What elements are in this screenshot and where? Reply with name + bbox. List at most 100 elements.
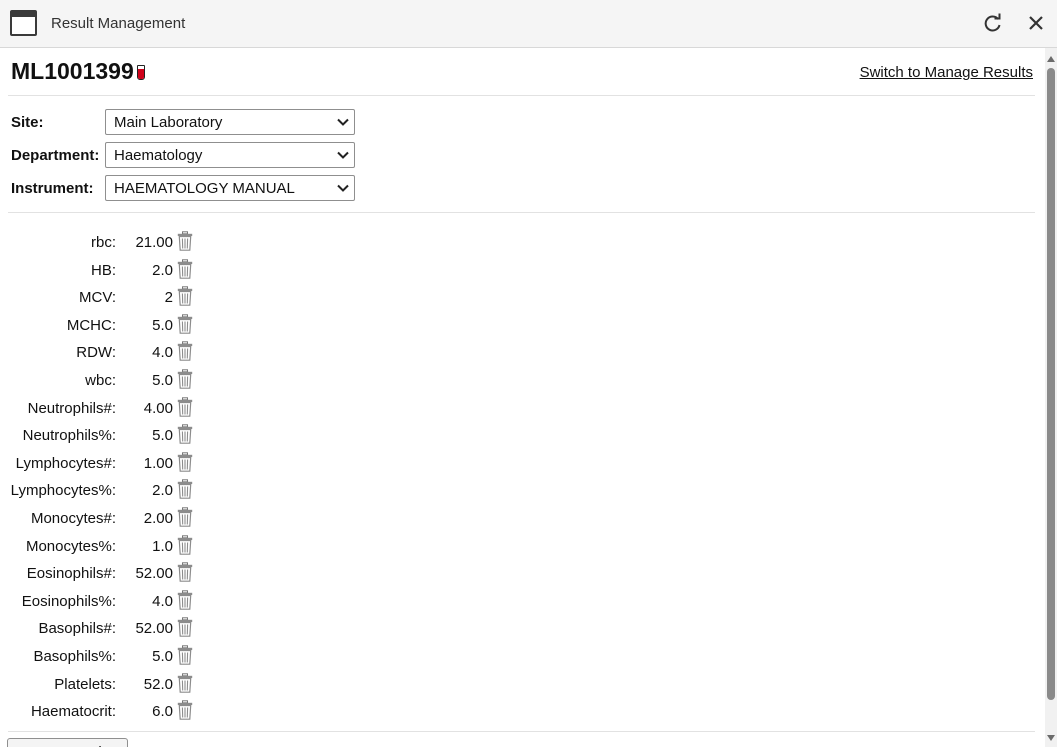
header-divider [8, 95, 1035, 96]
site-select[interactable]: Main Laboratory [105, 109, 355, 135]
trash-icon[interactable] [177, 479, 193, 500]
scroll-up-arrow-icon[interactable] [1047, 56, 1055, 62]
trash-icon[interactable] [177, 507, 193, 527]
result-label: Basophils#: [38, 620, 116, 638]
trash-icon[interactable] [177, 314, 193, 334]
window-icon [10, 10, 37, 36]
result-value: 5.0 [152, 316, 173, 334]
result-label: Eosinophils#: [26, 565, 116, 583]
site-label: Site: [11, 114, 44, 131]
result-value: 2.00 [143, 510, 173, 527]
result-value: 21.00 [135, 234, 173, 251]
result-label: Lymphocytes#: [15, 454, 116, 472]
insert-results-button[interactable]: Insert Results [7, 738, 128, 747]
trash-icon[interactable] [177, 534, 193, 555]
title-bar: Result Management [0, 0, 1057, 48]
filters-divider [8, 212, 1035, 213]
result-row: Basophils%: 5.0 [0, 644, 260, 668]
result-label: Monocytes%: [25, 537, 116, 555]
result-row: MCHC: 5.0 [0, 313, 260, 337]
trash-icon[interactable] [177, 341, 193, 362]
footer-divider [8, 731, 1035, 732]
instrument-label: Instrument: [11, 180, 94, 197]
site-select-value: Main Laboratory [114, 114, 223, 131]
refresh-button[interactable] [981, 11, 1005, 35]
result-label: Haematocrit: [30, 703, 116, 721]
result-value: 5.0 [152, 648, 173, 665]
department-select[interactable]: Haematology [105, 142, 355, 168]
chevron-down-icon [337, 184, 349, 192]
instrument-select[interactable]: HAEMATOLOGY MANUAL [105, 175, 355, 201]
result-value: 4.0 [152, 592, 173, 610]
department-select-value: Haematology [114, 147, 203, 164]
close-button[interactable] [1024, 11, 1048, 35]
result-label: Lymphocytes%: [10, 482, 116, 500]
result-row: Lymphocytes#: 1.00 [0, 451, 260, 475]
trash-icon[interactable] [177, 258, 193, 279]
result-value: 5.0 [152, 372, 173, 389]
trash-icon[interactable] [177, 231, 193, 251]
result-value: 6.0 [152, 703, 173, 721]
result-label: Platelets: [54, 675, 116, 693]
trash-icon[interactable] [177, 590, 193, 610]
instrument-select-value: HAEMATOLOGY MANUAL [114, 180, 295, 197]
chevron-down-icon [337, 118, 349, 126]
result-row: rbc: 21.00 [0, 230, 260, 254]
result-value: 4.00 [143, 399, 173, 417]
refresh-icon [984, 13, 1001, 32]
result-value: 2.0 [152, 482, 173, 500]
result-value: 5.0 [152, 427, 173, 445]
scrollbar[interactable] [1045, 48, 1057, 747]
result-value: 1.00 [143, 454, 173, 472]
result-row: Haematocrit: 6.0 [0, 699, 260, 723]
trash-icon[interactable] [177, 700, 193, 720]
result-row: Eosinophils#: 52.00 [0, 561, 260, 585]
result-row: MCV: 2 [0, 285, 260, 309]
result-label: rbc: [90, 234, 116, 251]
result-value: 2 [164, 289, 173, 307]
result-row: Neutrophils#: 4.00 [0, 396, 260, 420]
switch-to-manage-results-link[interactable]: Switch to Manage Results [860, 64, 1033, 81]
window-title: Result Management [51, 15, 186, 32]
result-row: Neutrophils%: 5.0 [0, 423, 260, 447]
trash-icon[interactable] [177, 369, 193, 389]
trash-icon[interactable] [177, 396, 193, 417]
result-label: HB: [90, 261, 116, 279]
scroll-down-arrow-icon[interactable] [1047, 735, 1055, 741]
trash-icon[interactable] [177, 424, 193, 444]
result-value: 4.0 [152, 344, 173, 362]
result-value: 52.00 [135, 620, 173, 638]
result-label: Neutrophils%: [22, 427, 116, 445]
close-icon [1029, 16, 1043, 30]
result-row: Monocytes%: 1.0 [0, 534, 260, 558]
trash-icon[interactable] [177, 286, 193, 306]
result-label: RDW: [76, 344, 116, 362]
result-row: wbc: 5.0 [0, 368, 260, 392]
result-label: Eosinophils%: [21, 592, 116, 610]
result-label: Monocytes#: [30, 510, 116, 527]
result-label: Neutrophils#: [27, 399, 116, 417]
result-value: 52.00 [135, 565, 173, 583]
result-value: 1.0 [152, 537, 173, 555]
chevron-down-icon [337, 151, 349, 159]
sample-id: ML1001399 [11, 58, 134, 84]
result-label: MCV: [79, 289, 116, 307]
trash-icon[interactable] [177, 617, 193, 638]
result-value: 52.0 [143, 675, 173, 693]
trash-icon[interactable] [177, 645, 193, 665]
trash-icon[interactable] [177, 452, 193, 472]
result-row: HB: 2.0 [0, 258, 260, 282]
result-row: RDW: 4.0 [0, 340, 260, 364]
scrollbar-thumb[interactable] [1047, 68, 1055, 700]
result-label: Basophils%: [33, 648, 116, 665]
main-content: ML1001399 Switch to Manage Results Site:… [0, 48, 1045, 747]
department-label: Department: [11, 147, 100, 164]
trash-icon[interactable] [177, 672, 193, 693]
result-row: Platelets: 52.0 [0, 672, 260, 696]
result-value: 2.0 [152, 261, 173, 279]
result-label: MCHC: [66, 316, 116, 334]
result-row: Basophils#: 52.00 [0, 616, 260, 640]
trash-icon[interactable] [177, 562, 193, 582]
result-label: wbc: [85, 372, 116, 389]
result-row: Eosinophils%: 4.0 [0, 589, 260, 613]
